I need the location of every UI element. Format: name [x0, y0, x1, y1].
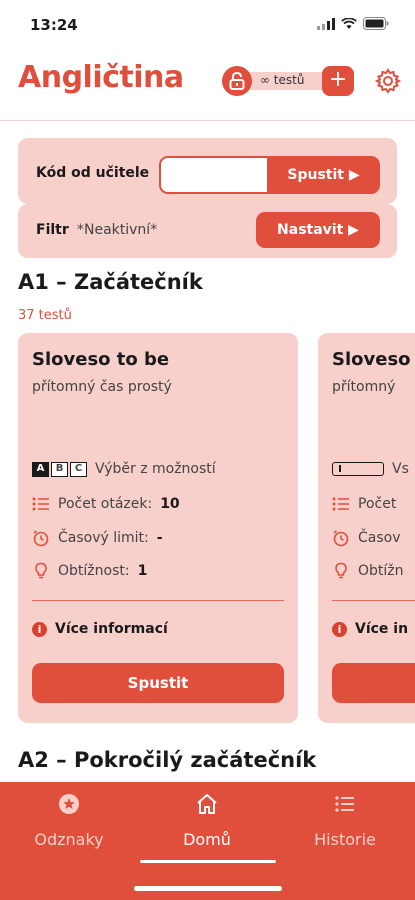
- tests-pill[interactable]: ∞ testů +: [222, 66, 354, 96]
- test-card-subtitle: přítomný čas prostý: [32, 379, 172, 395]
- info-icon: i: [32, 621, 47, 637]
- test-card[interactable]: Sloveso přítomný Vs Počet Časov Obtížn i…: [318, 333, 415, 723]
- difficulty-row: Obtížn: [332, 562, 404, 580]
- lightbulb-icon: [35, 562, 47, 579]
- start-test-button[interactable]: Spustit: [32, 663, 284, 703]
- signal-icon: [317, 17, 335, 30]
- test-card-title: Sloveso: [332, 349, 411, 370]
- wifi-icon: [341, 17, 357, 29]
- more-info-link[interactable]: i Více in: [332, 621, 408, 637]
- difficulty-label: Obtížnost:: [58, 563, 130, 579]
- nav-label-history: Historie: [314, 830, 376, 849]
- question-count-row: Počet otázek: 10: [32, 496, 180, 512]
- test-type-row: ABC Výběr z možností: [32, 461, 216, 477]
- time-limit-label: Časový limit:: [58, 530, 149, 546]
- section-title: A1 – Začátečník: [18, 270, 203, 294]
- lightbulb-icon: [335, 562, 347, 579]
- app-header: Angličtina ∞ testů +: [0, 52, 415, 110]
- text-input-icon: [332, 462, 384, 476]
- question-count-label: Počet otázek:: [58, 496, 153, 512]
- nav-label-home: Domů: [183, 830, 231, 849]
- battery-icon: [363, 17, 389, 30]
- question-count-value: 10: [160, 496, 180, 512]
- teacher-code-label: Kód od učitele: [36, 165, 150, 181]
- home-indicator: [134, 886, 282, 891]
- test-card-title: Sloveso to be: [32, 349, 170, 370]
- difficulty-value: 1: [137, 563, 148, 579]
- nav-item-home[interactable]: Domů: [138, 782, 276, 872]
- bottom-nav: Odznaky Domů Historie: [0, 782, 415, 900]
- teacher-code-input[interactable]: [159, 156, 269, 194]
- filter-value: *Neaktivní*: [77, 222, 158, 238]
- time-limit-row: Časov: [332, 529, 401, 547]
- header-divider: [0, 120, 415, 121]
- filter-set-button[interactable]: Nastavit ▶: [256, 212, 380, 248]
- info-icon: i: [332, 621, 347, 637]
- filter-panel: Filtr *Neaktivní* Nastavit ▶: [18, 204, 397, 258]
- nav-item-history[interactable]: Historie: [276, 782, 414, 872]
- list-icon: [32, 497, 49, 511]
- unlock-button[interactable]: [222, 66, 252, 96]
- test-type-label: Vs: [392, 461, 409, 477]
- time-limit-value: -: [156, 530, 163, 546]
- status-icons: [317, 17, 389, 30]
- nav-item-badges[interactable]: Odznaky: [0, 782, 138, 872]
- section-test-count: 37 testů: [18, 308, 72, 323]
- app-title: Angličtina: [18, 60, 184, 95]
- difficulty-row: Obtížnost: 1: [32, 562, 147, 580]
- more-info-label: Více informací: [55, 621, 168, 637]
- test-type-row: Vs: [332, 461, 409, 477]
- tests-count-label: ∞ testů: [260, 73, 305, 87]
- card-divider: [32, 600, 284, 601]
- status-time: 13:24: [30, 16, 78, 34]
- filter-label: Filtr: [36, 222, 69, 238]
- list-icon: [332, 497, 349, 511]
- nav-label-badges: Odznaky: [34, 830, 104, 849]
- main-content[interactable]: Kód od učitele Spustit ▶ Filtr *Neaktivn…: [0, 120, 415, 782]
- more-info-link[interactable]: i Více informací: [32, 621, 168, 637]
- test-type-label: Výběr z možností: [95, 461, 216, 477]
- teacher-code-run-button[interactable]: Spustit ▶: [267, 156, 380, 194]
- time-limit-row: Časový limit: -: [32, 529, 163, 547]
- gear-icon[interactable]: [375, 68, 401, 94]
- question-count-row: Počet: [332, 496, 396, 512]
- time-limit-label: Časov: [358, 530, 401, 546]
- section-title: A2 – Pokročilý začátečník: [18, 748, 317, 772]
- home-icon: [197, 794, 217, 814]
- status-bar: 13:24: [0, 0, 415, 48]
- card-divider: [332, 600, 415, 601]
- lock-open-icon: [229, 72, 245, 90]
- list-icon: [335, 796, 354, 812]
- test-card-subtitle: přítomný: [332, 379, 396, 395]
- badge-star-icon: [59, 794, 79, 814]
- add-tests-button[interactable]: +: [322, 66, 354, 96]
- more-info-label: Více in: [355, 621, 409, 637]
- timer-icon: [33, 530, 49, 547]
- question-count-label: Počet: [358, 496, 397, 512]
- start-test-button[interactable]: [332, 663, 415, 703]
- teacher-code-panel: Kód od učitele Spustit ▶: [18, 138, 397, 204]
- difficulty-label: Obtížn: [358, 563, 404, 579]
- nav-active-indicator: [140, 860, 276, 863]
- timer-icon: [333, 530, 349, 547]
- multiple-choice-icon: ABC: [32, 461, 87, 477]
- test-card[interactable]: Sloveso to be přítomný čas prostý ABC Vý…: [18, 333, 298, 723]
